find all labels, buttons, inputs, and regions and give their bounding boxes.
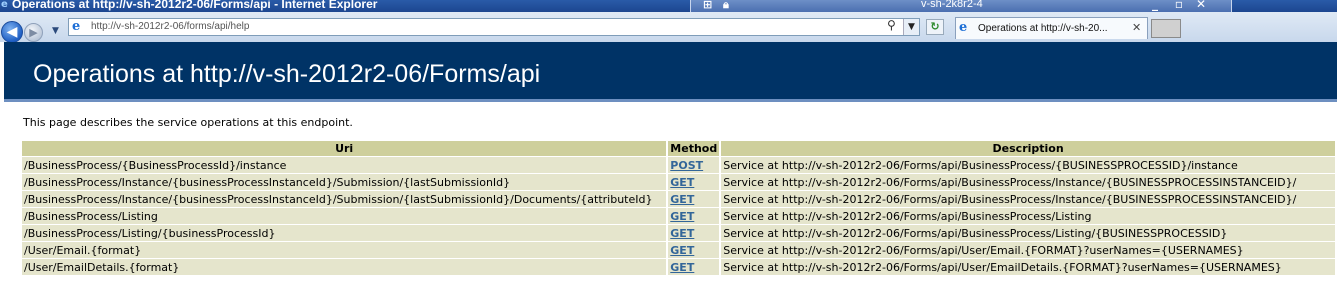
- minimize-icon[interactable]: _: [1147, 0, 1163, 11]
- operation-uri: /BusinessProcess/Instance/{businessProce…: [22, 174, 667, 190]
- operation-method: GET: [668, 174, 720, 190]
- search-icon[interactable]: ⚲: [887, 18, 896, 32]
- operation-uri: /User/Email.{format}: [22, 242, 667, 258]
- operation-method: GET: [668, 259, 720, 275]
- column-header-uri: Uri: [22, 141, 667, 156]
- operation-method: GET: [668, 225, 720, 241]
- window-title-bar: e Operations at http://v-sh-2012r2-06/Fo…: [0, 0, 1337, 12]
- header-divider: [4, 99, 1337, 102]
- operation-uri: /BusinessProcess/Listing: [22, 208, 667, 224]
- operation-description: Service at http://v-sh-2012r2-06/Forms/a…: [721, 191, 1335, 207]
- operation-description: Service at http://v-sh-2012r2-06/Forms/a…: [721, 157, 1335, 173]
- history-dropdown-icon[interactable]: ▼: [52, 26, 59, 36]
- table-row: /BusinessProcess/Instance/{businessProce…: [22, 174, 1335, 190]
- operation-description: Service at http://v-sh-2012r2-06/Forms/a…: [721, 208, 1335, 224]
- tab-label: Operations at http://v-sh-20...: [978, 23, 1108, 34]
- address-bar[interactable]: e http://v-sh-2012r2-06/forms/api/help ⚲…: [68, 18, 920, 36]
- table-row: /BusinessProcess/{BusinessProcessId}/ins…: [22, 157, 1335, 173]
- operation-uri: /BusinessProcess/Instance/{businessProce…: [22, 191, 667, 207]
- operation-uri: /User/EmailDetails.{format}: [22, 259, 667, 275]
- table-row: /BusinessProcess/Listing GET Service at ht…: [22, 208, 1335, 224]
- page-header: Operations at http://v-sh-2012r2-06/Form…: [4, 42, 1337, 99]
- table-row: /User/Email.{format} GET Service at http:/…: [22, 242, 1335, 258]
- ie-logo-icon: e: [1, 0, 8, 10]
- close-icon[interactable]: ✕: [1132, 21, 1141, 34]
- table-row: /BusinessProcess/Listing/{businessProces…: [22, 225, 1335, 241]
- method-link[interactable]: GET: [670, 227, 694, 240]
- forward-button[interactable]: ▶: [24, 23, 43, 42]
- operation-method: POST: [668, 157, 720, 173]
- address-dropdown-icon[interactable]: ▼: [903, 19, 919, 35]
- method-link[interactable]: POST: [670, 159, 703, 172]
- remote-host-name: v-sh-2k8r2-4: [921, 0, 983, 10]
- tab-operations[interactable]: e Operations at http://v-sh-20... ✕: [955, 17, 1148, 39]
- new-tab-button[interactable]: [1151, 19, 1181, 38]
- refresh-button[interactable]: ↻: [926, 19, 944, 35]
- back-arrow-icon: ◀: [6, 24, 18, 40]
- page-intro: This page describes the service operatio…: [23, 116, 353, 129]
- ie-logo-icon: e: [959, 20, 968, 35]
- window-title: Operations at http://v-sh-2012r2-06/Form…: [12, 0, 378, 11]
- method-link[interactable]: GET: [670, 244, 694, 257]
- address-input[interactable]: http://v-sh-2012r2-06/forms/api/help: [91, 21, 249, 33]
- table-header-row: Uri Method Description: [22, 141, 1335, 156]
- table-row: /User/EmailDetails.{format} GET Service at…: [22, 259, 1335, 275]
- operation-uri: /BusinessProcess/{BusinessProcessId}/ins…: [22, 157, 667, 173]
- lock-icon: 🔒︎: [723, 0, 729, 11]
- operation-description: Service at http://v-sh-2012r2-06/Forms/a…: [721, 225, 1335, 241]
- forward-arrow-icon: ▶: [29, 26, 38, 39]
- method-link[interactable]: GET: [670, 210, 694, 223]
- operation-description: Service at http://v-sh-2012r2-06/Forms/a…: [721, 259, 1335, 275]
- remote-session-bar: ⊞ 🔒︎ v-sh-2k8r2-4 _ ▫ ✕: [690, 0, 1232, 12]
- refresh-icon: ↻: [930, 20, 940, 33]
- column-header-method: Method: [668, 141, 720, 156]
- method-link[interactable]: GET: [670, 193, 694, 206]
- table-row: /BusinessProcess/Instance/{businessProce…: [22, 191, 1335, 207]
- operation-description: Service at http://v-sh-2012r2-06/Forms/a…: [721, 242, 1335, 258]
- close-icon[interactable]: ✕: [1193, 0, 1209, 11]
- operation-description: Service at http://v-sh-2012r2-06/Forms/a…: [721, 174, 1335, 190]
- operation-method: GET: [668, 191, 720, 207]
- pin-icon[interactable]: ⊞: [703, 0, 712, 11]
- method-link[interactable]: GET: [670, 176, 694, 189]
- operation-method: GET: [668, 208, 720, 224]
- method-link[interactable]: GET: [670, 261, 694, 274]
- page-title: Operations at http://v-sh-2012r2-06/Form…: [33, 60, 541, 88]
- operations-table: Uri Method Description /BusinessProcess/…: [20, 140, 1337, 276]
- ie-logo-icon: e: [72, 19, 81, 34]
- back-button[interactable]: ◀: [1, 21, 23, 43]
- column-header-description: Description: [721, 141, 1335, 156]
- operation-method: GET: [668, 242, 720, 258]
- operation-uri: /BusinessProcess/Listing/{businessProces…: [22, 225, 667, 241]
- restore-icon[interactable]: ▫: [1171, 0, 1187, 11]
